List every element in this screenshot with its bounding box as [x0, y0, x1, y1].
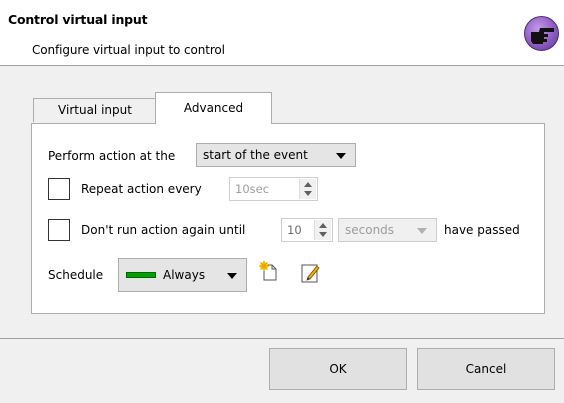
pointing-hand-icon [524, 16, 559, 51]
dialog-subtitle: Configure virtual input to control [32, 43, 225, 57]
dont-run-again-checkbox[interactable] [48, 219, 70, 241]
dont-run-unit-dropdown[interactable]: seconds [338, 218, 437, 242]
schedule-label: Schedule [48, 268, 104, 282]
schedule-color-swatch [126, 272, 156, 278]
new-schedule-icon[interactable] [259, 261, 279, 281]
repeat-action-checkbox[interactable] [48, 178, 70, 200]
repeat-interval-value: 10sec [235, 182, 270, 196]
schedule-value: Always [163, 268, 206, 282]
schedule-dropdown[interactable]: Always [118, 258, 247, 292]
cancel-button[interactable]: Cancel [417, 348, 555, 390]
spin-up-icon[interactable] [319, 223, 327, 228]
chevron-down-icon [417, 228, 427, 234]
chevron-down-icon [336, 153, 346, 159]
chevron-down-icon [227, 273, 237, 279]
dont-run-unit-value: seconds [345, 223, 395, 237]
dialog-header: Control virtual input Configure virtual … [0, 0, 564, 66]
repeat-action-label: Repeat action every [81, 182, 202, 196]
have-passed-label: have passed [444, 223, 520, 237]
dont-run-again-spinner[interactable]: 10 [281, 218, 333, 242]
dialog-title: Control virtual input [8, 12, 148, 27]
perform-action-label: Perform action at the [48, 149, 176, 163]
tab-advanced[interactable]: Advanced [155, 92, 272, 124]
dont-run-again-value: 10 [287, 223, 302, 237]
spin-up-icon[interactable] [304, 182, 312, 187]
spin-down-icon[interactable] [319, 232, 327, 237]
spin-down-icon[interactable] [304, 191, 312, 196]
repeat-interval-spinner[interactable]: 10sec [229, 177, 318, 201]
footer-divider [0, 338, 564, 339]
perform-action-value: start of the event [203, 148, 308, 162]
ok-button[interactable]: OK [269, 348, 407, 390]
tab-virtual-input[interactable]: Virtual input [33, 98, 157, 122]
perform-action-dropdown[interactable]: start of the event [196, 143, 356, 167]
dont-run-again-label: Don't run action again until [81, 223, 246, 237]
edit-schedule-icon[interactable] [301, 263, 321, 283]
